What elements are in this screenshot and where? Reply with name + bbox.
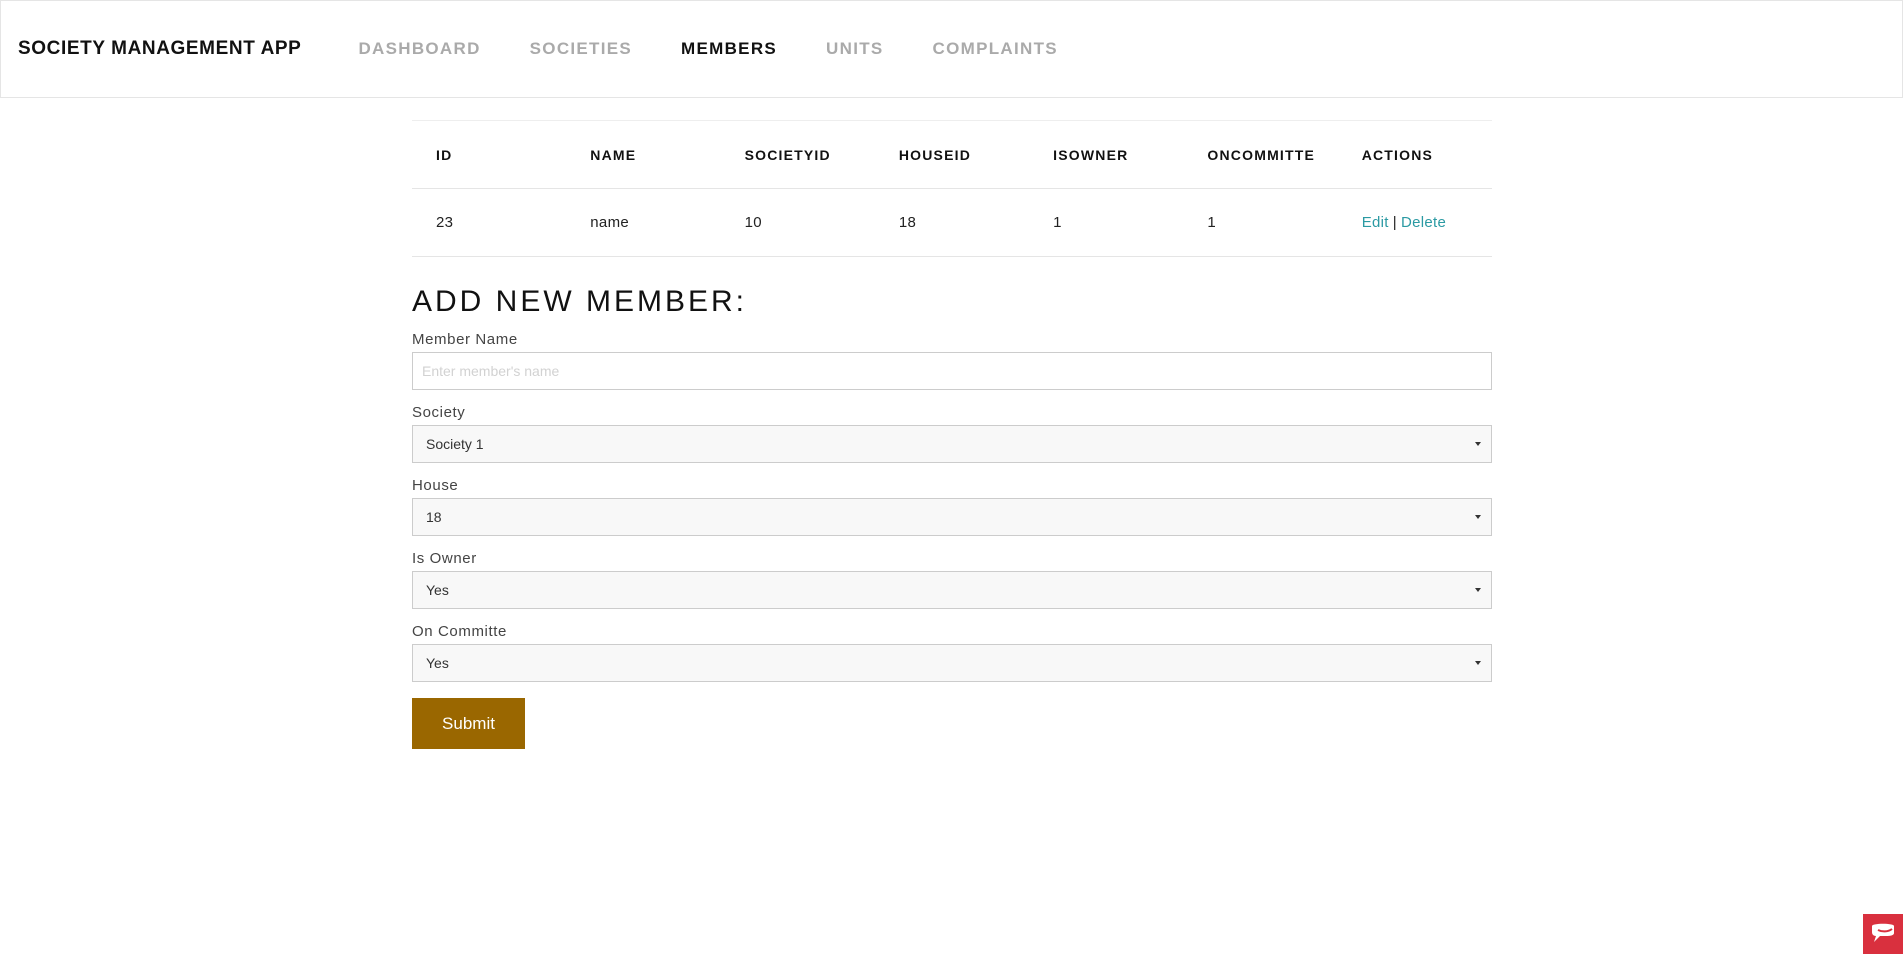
society-label: Society bbox=[412, 404, 466, 421]
chevron-down-icon bbox=[1475, 442, 1481, 446]
header-houseid: HOUSEID bbox=[898, 146, 972, 163]
is-owner-select[interactable]: Yes bbox=[412, 571, 1492, 609]
cell-houseid: 18 bbox=[898, 214, 917, 231]
header-isowner: ISOWNER bbox=[1053, 146, 1129, 163]
cell-isowner: 1 bbox=[1053, 214, 1062, 231]
is-owner-selected-value: Yes bbox=[426, 582, 449, 598]
chevron-down-icon bbox=[1475, 515, 1481, 519]
house-selected-value: 18 bbox=[426, 509, 442, 525]
is-owner-label: Is Owner bbox=[412, 550, 477, 567]
member-name-label: Member Name bbox=[412, 331, 518, 348]
chevron-down-icon bbox=[1475, 588, 1481, 592]
main-nav: DASHBOARD SOCIETIES MEMBERS UNITS COMPLA… bbox=[358, 39, 1106, 59]
house-group: House 18 bbox=[412, 477, 1492, 536]
top-navbar: SOCIETY MANAGEMENT APP DASHBOARD SOCIETI… bbox=[0, 0, 1903, 98]
house-label: House bbox=[412, 477, 459, 494]
main-content: ID NAME SOCIETYID HOUSEID ISOWNER ONCOMM… bbox=[412, 120, 1492, 749]
nav-units[interactable]: UNITS bbox=[826, 39, 884, 59]
members-table: ID NAME SOCIETYID HOUSEID ISOWNER ONCOMM… bbox=[412, 120, 1492, 257]
society-selected-value: Society 1 bbox=[426, 436, 484, 452]
house-select[interactable]: 18 bbox=[412, 498, 1492, 536]
header-oncommitte: ONCOMMITTE bbox=[1207, 146, 1316, 163]
nav-complaints[interactable]: COMPLAINTS bbox=[933, 39, 1058, 59]
header-id: ID bbox=[436, 146, 453, 163]
delete-link[interactable]: Delete bbox=[1401, 214, 1446, 231]
edit-link[interactable]: Edit bbox=[1362, 214, 1389, 231]
on-committe-label: On Committe bbox=[412, 623, 507, 640]
table-row: 23 name 10 18 1 1 Edit | Delete bbox=[412, 189, 1492, 257]
action-separator: | bbox=[1392, 214, 1397, 231]
header-actions: ACTIONS bbox=[1361, 146, 1434, 163]
chevron-down-icon bbox=[1475, 661, 1481, 665]
header-name: NAME bbox=[590, 146, 637, 163]
society-select[interactable]: Society 1 bbox=[412, 425, 1492, 463]
is-owner-group: Is Owner Yes bbox=[412, 550, 1492, 609]
on-committe-select[interactable]: Yes bbox=[412, 644, 1492, 682]
chat-logo-icon bbox=[1872, 923, 1894, 942]
app-brand[interactable]: SOCIETY MANAGEMENT APP bbox=[18, 38, 301, 60]
on-committe-selected-value: Yes bbox=[426, 655, 449, 671]
cell-id: 23 bbox=[436, 214, 454, 231]
cell-oncommitte: 1 bbox=[1207, 214, 1217, 231]
society-group: Society Society 1 bbox=[412, 404, 1492, 463]
on-committe-group: On Committe Yes bbox=[412, 623, 1492, 682]
add-member-form: Member Name Society Society 1 House 18 I… bbox=[412, 331, 1492, 749]
chat-widget-button[interactable] bbox=[1863, 914, 1903, 954]
nav-members[interactable]: MEMBERS bbox=[681, 39, 777, 59]
submit-button[interactable]: Submit bbox=[412, 698, 525, 749]
header-societyid: SOCIETYID bbox=[744, 146, 831, 163]
cell-actions: Edit | Delete bbox=[1338, 189, 1492, 257]
nav-societies[interactable]: SOCIETIES bbox=[530, 39, 632, 59]
form-title: ADD NEW MEMBER: bbox=[412, 285, 748, 318]
member-name-input[interactable] bbox=[412, 352, 1492, 390]
nav-dashboard[interactable]: DASHBOARD bbox=[358, 39, 480, 59]
member-name-group: Member Name bbox=[412, 331, 1492, 390]
cell-societyid: 10 bbox=[744, 214, 762, 231]
cell-name: name bbox=[590, 214, 630, 231]
table-header-row: ID NAME SOCIETYID HOUSEID ISOWNER ONCOMM… bbox=[412, 120, 1492, 189]
